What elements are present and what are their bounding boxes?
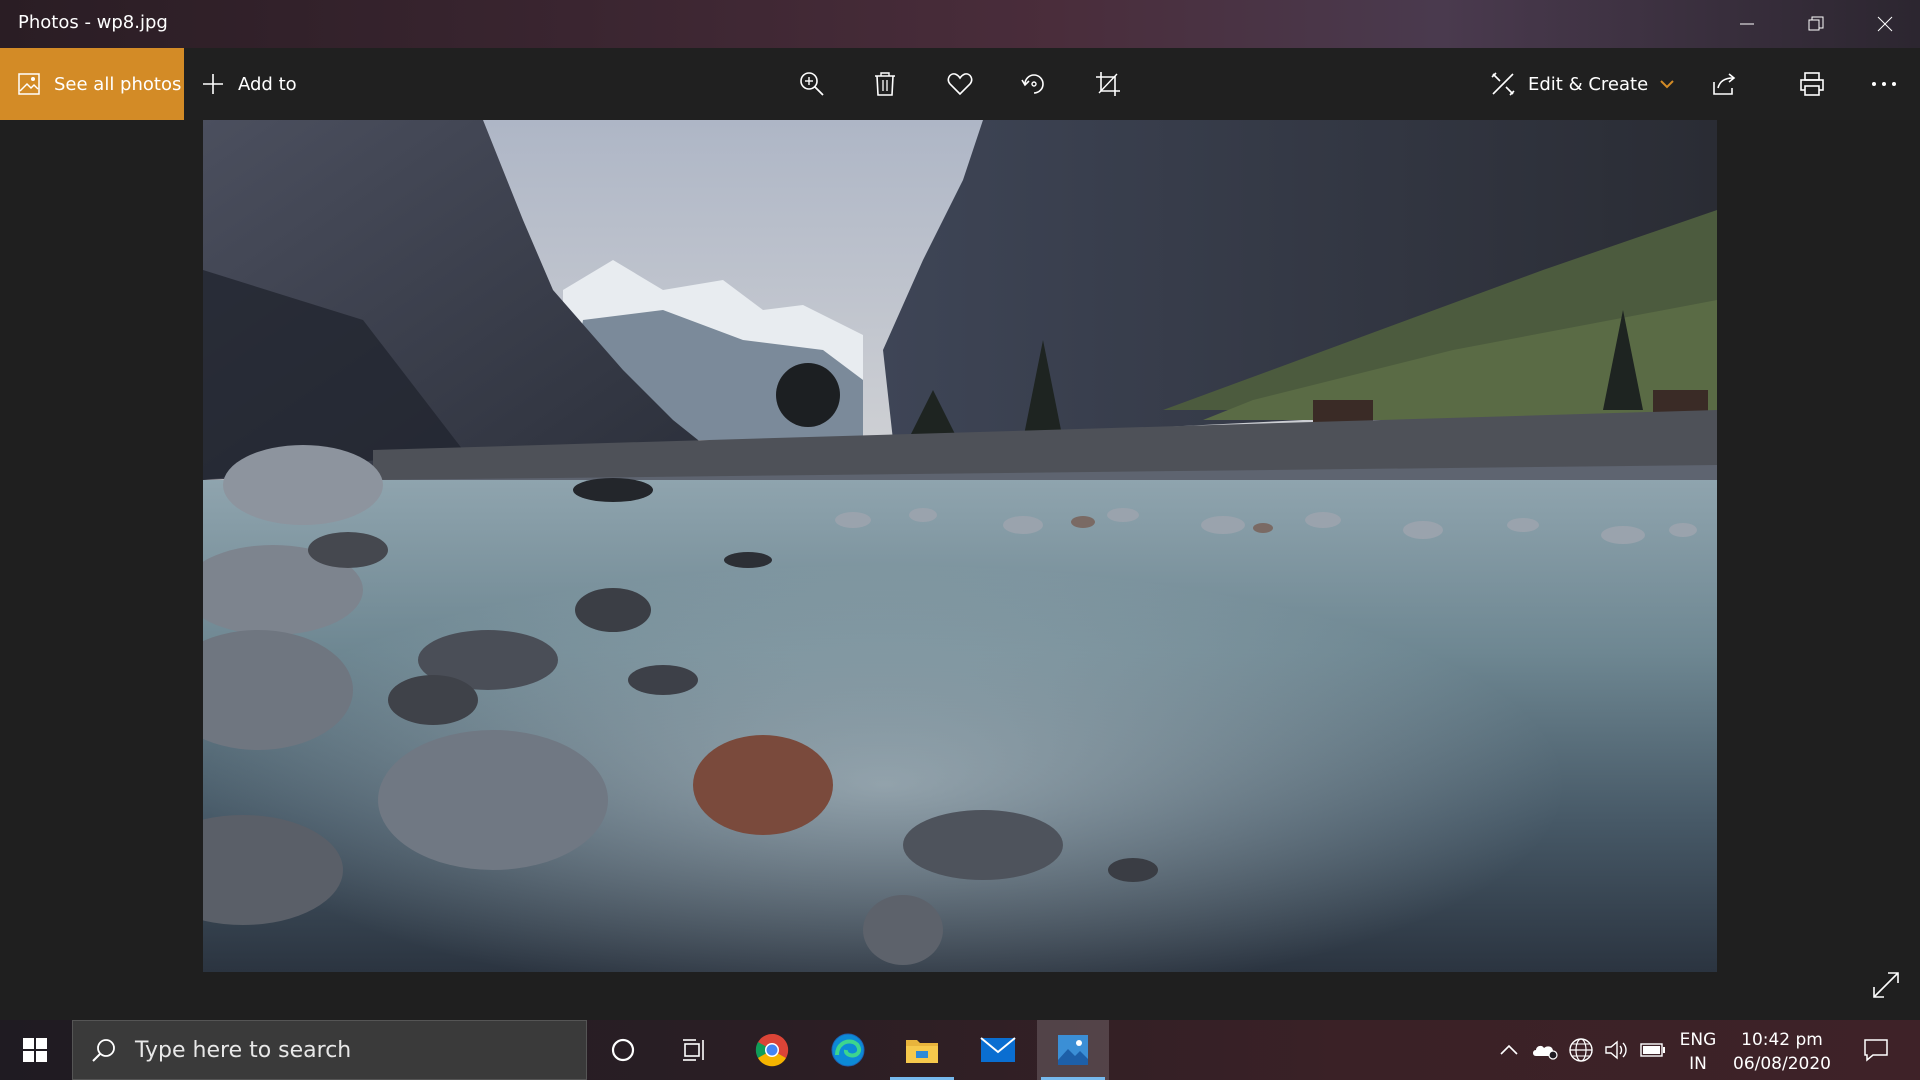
taskbar-app-file-explorer[interactable] [886, 1020, 958, 1080]
show-hidden-icons-button[interactable] [1492, 1020, 1526, 1080]
delete-icon [875, 72, 895, 96]
more-icon [1872, 82, 1896, 86]
full-screen-button[interactable] [1866, 965, 1906, 1005]
taskbar-app-photos[interactable] [1037, 1020, 1109, 1080]
delete-button[interactable] [857, 48, 913, 120]
edge-icon [831, 1033, 865, 1067]
network-tray-button[interactable] [1564, 1020, 1598, 1080]
see-all-photos-button[interactable]: See all photos [0, 48, 184, 120]
mail-icon [980, 1037, 1016, 1062]
crop-icon [1096, 72, 1120, 96]
rotate-icon [1021, 74, 1044, 94]
photos-gallery-icon [18, 73, 40, 95]
edit-create-button[interactable]: Edit & Create [1490, 48, 1674, 120]
start-button[interactable] [0, 1020, 70, 1080]
restore-icon [1808, 16, 1824, 31]
print-icon [1800, 72, 1824, 96]
chevron-up-icon [1500, 1044, 1518, 1055]
edit-create-label: Edit & Create [1528, 73, 1649, 95]
restore-button[interactable] [1781, 0, 1851, 48]
taskbar-app-mail[interactable] [962, 1020, 1034, 1080]
file-explorer-icon [906, 1040, 938, 1063]
heart-icon [947, 73, 973, 96]
favorite-button[interactable] [932, 48, 988, 120]
notification-icon [1864, 1039, 1888, 1062]
cortana-icon [611, 1038, 635, 1062]
windows-start-icon [23, 1038, 47, 1062]
region-code: IN [1689, 1054, 1707, 1074]
share-icon [1713, 73, 1736, 95]
search-placeholder: Type here to search [135, 1037, 352, 1063]
clock-date: 06/08/2020 [1733, 1054, 1831, 1074]
clock[interactable]: 10:42 pm 06/08/2020 [1728, 1028, 1836, 1076]
landscape-photo [203, 120, 1717, 972]
minimize-button[interactable] [1712, 0, 1782, 48]
expand-icon [1873, 972, 1899, 998]
taskbar-app-chrome[interactable] [736, 1020, 808, 1080]
taskbar-search-box[interactable]: Type here to search [72, 1020, 587, 1080]
add-to-label: Add to [238, 73, 297, 95]
cortana-button[interactable] [587, 1020, 659, 1080]
onedrive-tray-button[interactable] [1528, 1020, 1562, 1080]
photo-viewer-image[interactable] [203, 120, 1717, 972]
volume-tray-button[interactable] [1600, 1020, 1634, 1080]
input-language-indicator[interactable]: ENG IN [1672, 1028, 1724, 1076]
photos-icon [1058, 1035, 1088, 1065]
rotate-button[interactable] [1006, 48, 1062, 120]
taskbar: Type here to search ENG IN 10:42 pm 06/0… [0, 1020, 1920, 1080]
crop-button[interactable] [1080, 48, 1136, 120]
task-view-button[interactable] [660, 1020, 732, 1080]
add-to-button[interactable]: Add to [202, 48, 297, 120]
chevron-down-icon [1660, 80, 1674, 89]
onedrive-icon [1533, 1045, 1558, 1060]
plus-icon [203, 74, 223, 94]
minimize-icon [1740, 23, 1754, 25]
network-icon [1569, 1038, 1593, 1062]
share-button[interactable] [1696, 48, 1752, 120]
edit-create-icon [1491, 72, 1515, 96]
chrome-icon [755, 1033, 789, 1067]
more-options-button[interactable] [1856, 48, 1912, 120]
zoom-icon [800, 72, 824, 96]
taskbar-app-edge[interactable] [812, 1020, 884, 1080]
close-button[interactable] [1850, 0, 1920, 48]
action-center-button[interactable] [1850, 1020, 1902, 1080]
clock-time: 10:42 pm [1741, 1030, 1823, 1050]
zoom-button[interactable] [784, 48, 840, 120]
battery-icon [1640, 1043, 1665, 1057]
battery-tray-button[interactable] [1636, 1020, 1670, 1080]
task-view-icon [683, 1039, 704, 1061]
toolbar: See all photos Add to Edit & Create [0, 48, 1920, 120]
print-button[interactable] [1784, 48, 1840, 120]
title-bar: Photos - wp8.jpg [0, 0, 1920, 48]
language-code: ENG [1679, 1030, 1717, 1050]
see-all-photos-label: See all photos [54, 73, 182, 95]
volume-icon [1605, 1040, 1627, 1060]
window-title: Photos - wp8.jpg [18, 12, 168, 33]
close-icon [1877, 16, 1893, 32]
search-icon [92, 1039, 115, 1062]
